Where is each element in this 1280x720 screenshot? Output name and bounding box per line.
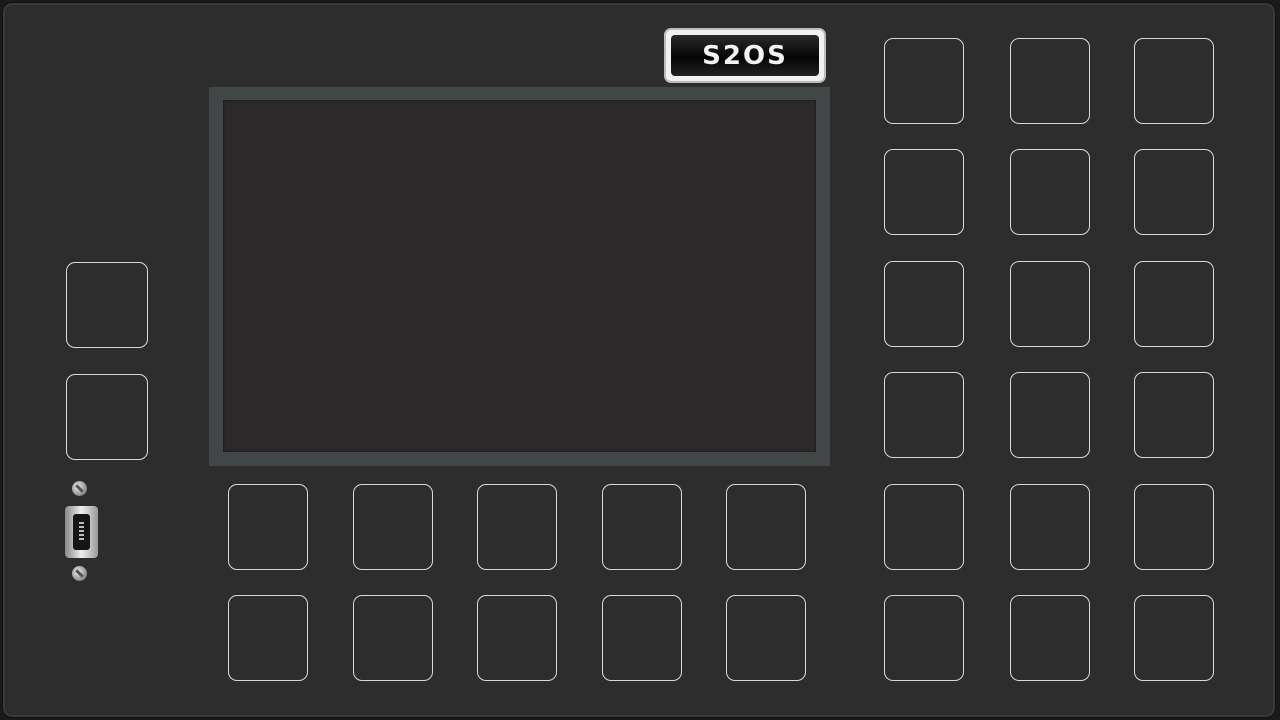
- bottom-key-6[interactable]: [228, 595, 308, 681]
- right-key-2[interactable]: [1010, 38, 1090, 124]
- right-key-3[interactable]: [1134, 38, 1214, 124]
- screw-top: [72, 481, 87, 496]
- right-key-1[interactable]: [884, 38, 964, 124]
- right-key-4[interactable]: [884, 149, 964, 235]
- bottom-key-8[interactable]: [477, 595, 557, 681]
- right-key-9[interactable]: [1134, 261, 1214, 347]
- bottom-key-3[interactable]: [477, 484, 557, 570]
- usb-port: [65, 506, 98, 558]
- right-key-14[interactable]: [1010, 484, 1090, 570]
- right-key-15[interactable]: [1134, 484, 1214, 570]
- bottom-key-1[interactable]: [228, 484, 308, 570]
- brand-label: S2OS: [671, 35, 819, 76]
- bottom-key-2[interactable]: [353, 484, 433, 570]
- bottom-key-5[interactable]: [726, 484, 806, 570]
- device-panel: S2OS: [2, 2, 1276, 718]
- right-key-5[interactable]: [1010, 149, 1090, 235]
- bottom-key-10[interactable]: [726, 595, 806, 681]
- right-key-16[interactable]: [884, 595, 964, 681]
- left-key-1[interactable]: [66, 262, 148, 348]
- usb-slot: [73, 514, 90, 550]
- display-bezel: [209, 87, 830, 466]
- bottom-key-9[interactable]: [602, 595, 682, 681]
- display-screen[interactable]: [223, 100, 816, 452]
- right-key-17[interactable]: [1010, 595, 1090, 681]
- right-key-8[interactable]: [1010, 261, 1090, 347]
- right-key-13[interactable]: [884, 484, 964, 570]
- bottom-key-4[interactable]: [602, 484, 682, 570]
- left-key-2[interactable]: [66, 374, 148, 460]
- right-key-7[interactable]: [884, 261, 964, 347]
- right-key-6[interactable]: [1134, 149, 1214, 235]
- right-key-12[interactable]: [1134, 372, 1214, 458]
- brand-logo: S2OS: [664, 28, 826, 83]
- right-key-18[interactable]: [1134, 595, 1214, 681]
- screw-bottom: [72, 566, 87, 581]
- usb-pins: [79, 522, 84, 542]
- right-key-10[interactable]: [884, 372, 964, 458]
- bottom-key-7[interactable]: [353, 595, 433, 681]
- right-key-11[interactable]: [1010, 372, 1090, 458]
